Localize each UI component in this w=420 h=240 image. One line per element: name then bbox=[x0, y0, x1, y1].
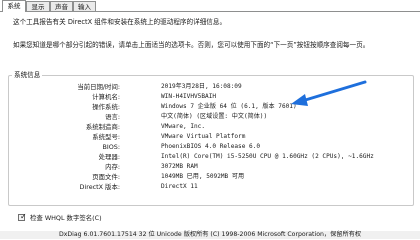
copyright-footer: DxDiag 6.01.7601.17514 32 位 Unicode 版权所有… bbox=[0, 231, 420, 239]
arrow-shaft bbox=[300, 80, 367, 103]
checkmark-icon: ✓ bbox=[20, 212, 27, 221]
arrow-head bbox=[291, 94, 308, 106]
whql-checkbox[interactable]: ✓ bbox=[18, 212, 27, 221]
annotation-arrow-icon bbox=[291, 80, 367, 106]
whql-checkbox-label[interactable]: 检查 WHQL 数字签名(C) bbox=[30, 213, 102, 223]
